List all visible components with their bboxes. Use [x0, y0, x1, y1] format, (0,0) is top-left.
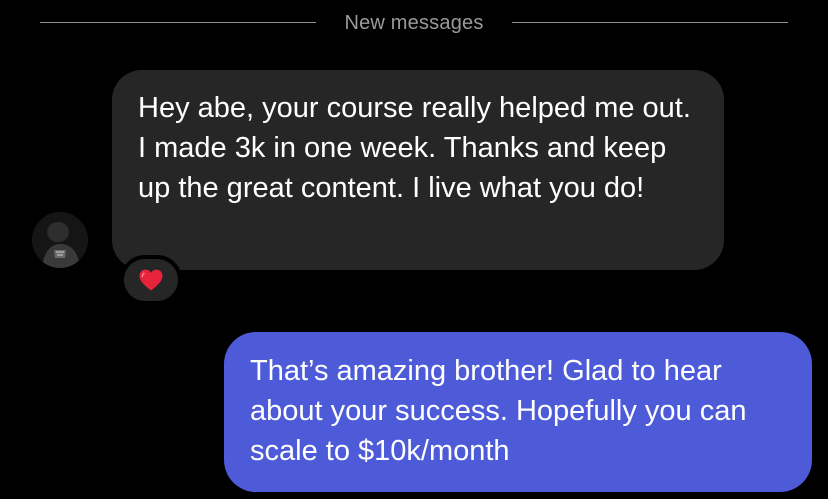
- outgoing-message-text: That’s amazing brother! Glad to hear abo…: [250, 355, 747, 467]
- new-messages-label: New messages: [344, 12, 484, 34]
- incoming-message-bubble[interactable]: Hey abe, your course really helped me ou…: [112, 70, 724, 270]
- sender-avatar[interactable]: [32, 212, 88, 268]
- incoming-message-text: Hey abe, your course really helped me ou…: [138, 92, 691, 204]
- divider-line-right: [512, 22, 788, 23]
- outgoing-message-bubble[interactable]: That’s amazing brother! Glad to hear abo…: [224, 332, 812, 492]
- divider-line-left: [40, 22, 316, 23]
- heart-icon: [139, 269, 163, 291]
- new-messages-divider: New messages: [40, 10, 788, 36]
- avatar-image: [32, 212, 88, 268]
- message-reaction[interactable]: [120, 255, 182, 305]
